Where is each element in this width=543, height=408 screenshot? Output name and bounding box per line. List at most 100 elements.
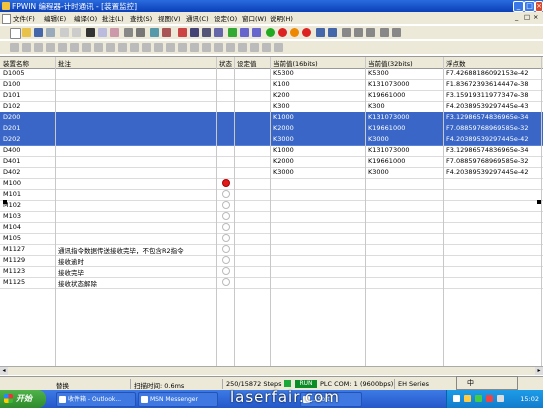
print-icon[interactable] xyxy=(46,28,55,37)
sfc-mode-icon[interactable] xyxy=(202,28,211,37)
mdi-restore-button[interactable]: □ xyxy=(524,13,530,21)
arrow-down-icon[interactable] xyxy=(342,28,351,37)
monitor-icon[interactable] xyxy=(214,28,223,37)
col-status[interactable]: 状态 xyxy=(219,58,232,68)
volume-icon[interactable] xyxy=(497,395,504,402)
arrow-left-icon[interactable] xyxy=(214,43,223,52)
menu-settings[interactable]: 设定(O) xyxy=(214,13,237,23)
grid-icon[interactable] xyxy=(226,43,235,52)
menu-search[interactable]: 查找(S) xyxy=(130,13,152,23)
arrow-up2-icon[interactable] xyxy=(392,28,401,37)
task-outlook[interactable]: 收件箱 - Outlook... xyxy=(56,392,136,407)
ladder-mode-icon[interactable] xyxy=(178,28,187,37)
comment-icon[interactable] xyxy=(190,43,199,52)
close-button[interactable]: × xyxy=(535,1,543,12)
tray-icon[interactable] xyxy=(486,395,493,402)
table-row[interactable]: M1125 接收状态解除 xyxy=(0,277,543,289)
tray-icon[interactable] xyxy=(464,395,471,402)
menu-window[interactable]: 窗口(W) xyxy=(242,13,267,23)
vertical-line-icon[interactable] xyxy=(142,43,151,52)
tray-icon[interactable] xyxy=(475,395,482,402)
menu-help[interactable]: 说明(H) xyxy=(270,13,293,23)
status-off-icon[interactable] xyxy=(222,245,230,253)
mdi-close-button[interactable]: × xyxy=(533,13,538,21)
row-insert-icon[interactable] xyxy=(238,43,247,52)
col-set-value[interactable]: 设定值 xyxy=(237,58,257,68)
delete-line-icon[interactable] xyxy=(166,43,175,52)
col-float[interactable]: 浮点数 xyxy=(446,58,466,68)
zoom-icon[interactable] xyxy=(150,28,159,37)
arrow-down3-icon[interactable] xyxy=(366,28,375,37)
menu-view[interactable]: 视图(V) xyxy=(158,13,181,23)
minimize-button[interactable]: _ xyxy=(513,1,524,12)
undo-icon[interactable] xyxy=(60,28,69,37)
scroll-left-icon[interactable]: ◂ xyxy=(0,367,8,375)
row-delete-icon[interactable] xyxy=(250,43,259,52)
tray-icon[interactable] xyxy=(453,395,460,402)
contact-rise-icon[interactable] xyxy=(34,43,43,52)
col-value-16[interactable]: 当前值(16bits) xyxy=(273,58,318,68)
start-button[interactable]: 开始 xyxy=(0,390,46,408)
cut-icon[interactable] xyxy=(86,28,95,37)
read-plc-icon[interactable] xyxy=(240,28,249,37)
col-comment[interactable]: 批注 xyxy=(58,58,71,68)
col-value-32[interactable]: 当前值(32bits) xyxy=(368,58,413,68)
paste-icon[interactable] xyxy=(110,28,119,37)
new-file-icon[interactable] xyxy=(10,28,21,39)
zoom-in-icon[interactable] xyxy=(262,43,271,52)
menu-edit[interactable]: 编辑(E) xyxy=(44,13,66,23)
menu-comment[interactable]: 批注(L) xyxy=(102,13,124,23)
stop-icon[interactable] xyxy=(278,28,287,37)
range-icon[interactable] xyxy=(202,43,211,52)
menu-comm[interactable]: 通讯(C) xyxy=(186,13,209,23)
trace-icon[interactable] xyxy=(328,28,337,37)
scroll-right-icon[interactable]: ▸ xyxy=(535,367,543,375)
contact-fall-icon[interactable] xyxy=(46,43,55,52)
pause-icon[interactable] xyxy=(290,28,299,37)
parallel-fall-icon[interactable] xyxy=(94,43,103,52)
coil-icon[interactable] xyxy=(118,43,127,52)
run-icon[interactable] xyxy=(266,28,275,37)
menu-compile[interactable]: 编译(O) xyxy=(74,13,97,23)
compile-icon[interactable] xyxy=(228,28,237,37)
contact-nc-icon[interactable] xyxy=(22,43,31,52)
find-icon[interactable] xyxy=(124,28,133,37)
contact-no-icon[interactable] xyxy=(10,43,19,52)
task-msn[interactable]: MSN Messenger xyxy=(138,392,218,407)
arrow-down2-icon[interactable] xyxy=(354,28,363,37)
status-on-icon[interactable] xyxy=(222,179,230,187)
maximize-button[interactable]: □ xyxy=(524,1,535,12)
parallel-no-icon[interactable] xyxy=(58,43,67,52)
device-monitor-icon[interactable] xyxy=(316,28,325,37)
zoom-out-icon[interactable] xyxy=(274,43,283,52)
instruction-mode-icon[interactable] xyxy=(190,28,199,37)
ime-bar[interactable]: 中 xyxy=(456,376,518,390)
book-icon[interactable] xyxy=(162,28,171,37)
save-icon[interactable] xyxy=(34,28,43,37)
redo-icon[interactable] xyxy=(72,28,81,37)
status-off-icon[interactable] xyxy=(222,223,230,231)
block-icon[interactable] xyxy=(178,43,187,52)
parallel-rise-icon[interactable] xyxy=(82,43,91,52)
write-plc-icon[interactable] xyxy=(252,28,261,37)
status-off-icon[interactable] xyxy=(222,256,230,264)
status-off-icon[interactable] xyxy=(222,212,230,220)
parallel-nc-icon[interactable] xyxy=(70,43,79,52)
mdi-minimize-button[interactable]: _ xyxy=(515,13,518,21)
horizontal-line-icon[interactable] xyxy=(154,43,163,52)
reset-icon[interactable] xyxy=(302,28,311,37)
status-off-icon[interactable] xyxy=(222,201,230,209)
col-device-name[interactable]: 装置名称 xyxy=(3,58,29,68)
invert-icon[interactable] xyxy=(106,43,115,52)
status-off-icon[interactable] xyxy=(222,267,230,275)
copy-icon[interactable] xyxy=(98,28,107,37)
ime-language[interactable]: 中 xyxy=(467,378,474,388)
status-off-icon[interactable] xyxy=(222,190,230,198)
arrow-up-icon[interactable] xyxy=(380,28,389,37)
open-folder-icon[interactable] xyxy=(22,28,31,37)
horizontal-scrollbar[interactable]: ◂ ▸ xyxy=(0,366,543,375)
status-off-icon[interactable] xyxy=(222,278,230,286)
replace-icon[interactable] xyxy=(136,28,145,37)
instruction-icon[interactable] xyxy=(130,43,139,52)
status-off-icon[interactable] xyxy=(222,234,230,242)
